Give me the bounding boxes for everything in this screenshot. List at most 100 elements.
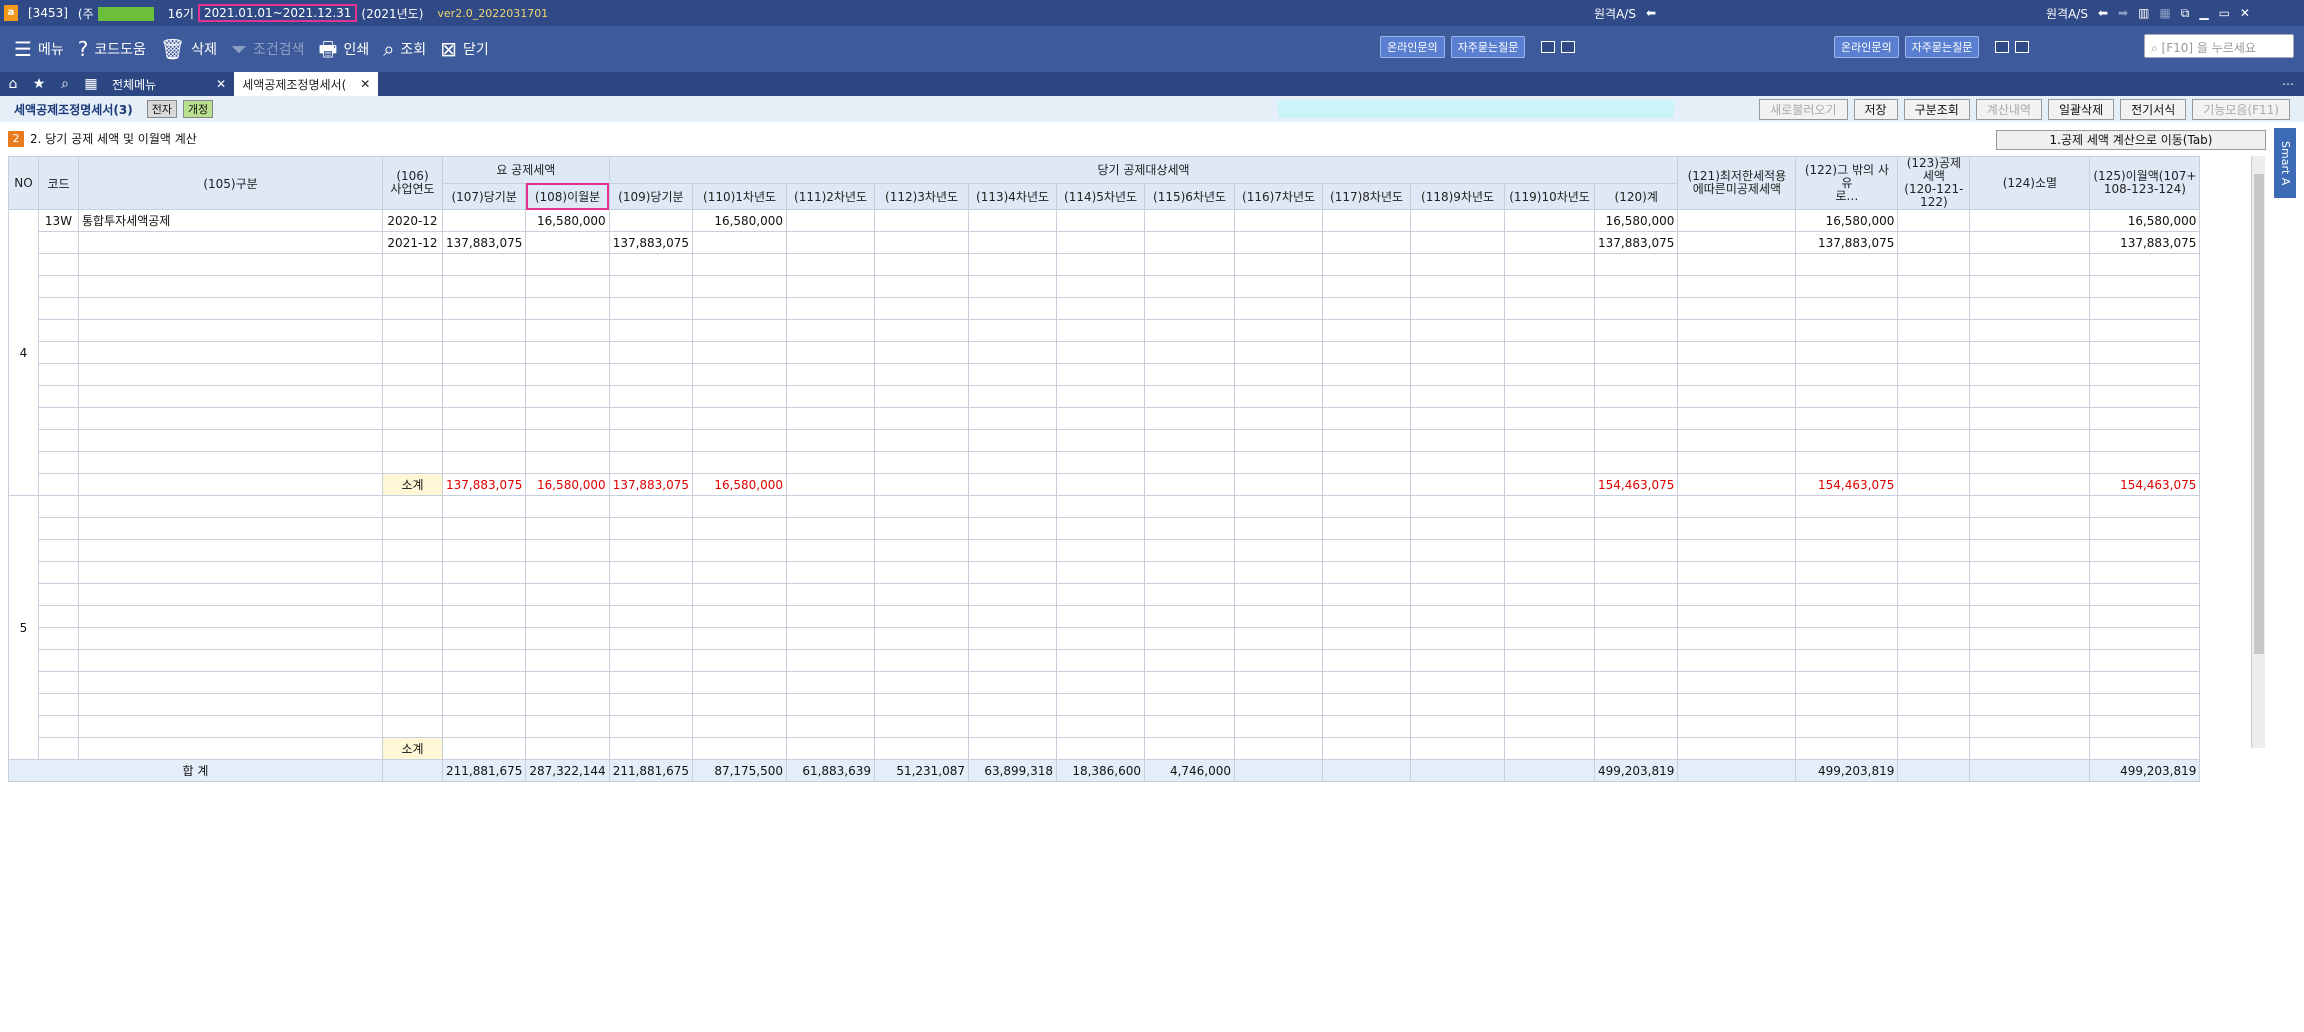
biz-year-cell[interactable] bbox=[382, 605, 443, 628]
move-to-credit-calc-button[interactable]: 1.공제 세액 계산으로 이동(Tab) bbox=[1996, 130, 2266, 150]
code-cell[interactable]: 13W bbox=[38, 209, 79, 232]
online-inquiry-button-2[interactable]: 온라인문의 bbox=[1834, 36, 1899, 58]
biz-year-cell[interactable] bbox=[382, 561, 443, 584]
table-row[interactable] bbox=[9, 517, 2201, 540]
amount-cell-107[interactable] bbox=[441, 539, 527, 562]
amount-cell-113[interactable] bbox=[968, 451, 1058, 474]
amount-cell-109[interactable] bbox=[608, 583, 694, 606]
grid-vertical-scrollbar[interactable] bbox=[2251, 156, 2265, 748]
amount-cell-117[interactable] bbox=[1322, 297, 1412, 320]
amount-cell-120[interactable] bbox=[1594, 627, 1679, 650]
amount-cell-116[interactable] bbox=[1234, 231, 1324, 254]
category-cell[interactable] bbox=[78, 385, 383, 408]
amount-cell-114[interactable] bbox=[1056, 385, 1146, 408]
amount-cell-122[interactable] bbox=[1795, 715, 1899, 738]
amount-cell-122[interactable] bbox=[1795, 385, 1899, 408]
amount-cell-112[interactable] bbox=[874, 297, 970, 320]
calendar-icon[interactable]: ▦ bbox=[78, 72, 104, 96]
amount-cell-118[interactable] bbox=[1410, 341, 1506, 364]
amount-cell-124[interactable] bbox=[1969, 715, 2091, 738]
amount-cell-112[interactable] bbox=[874, 385, 970, 408]
code-cell[interactable] bbox=[38, 539, 79, 562]
amount-cell-120[interactable] bbox=[1594, 319, 1679, 342]
table-row[interactable] bbox=[9, 561, 2201, 584]
amount-cell-110[interactable] bbox=[692, 671, 788, 694]
amount-cell-123[interactable] bbox=[1897, 539, 1971, 562]
amount-cell-115[interactable] bbox=[1144, 231, 1236, 254]
amount-cell-121[interactable] bbox=[1677, 539, 1797, 562]
amount-cell-122[interactable] bbox=[1795, 341, 1899, 364]
amount-cell-119[interactable] bbox=[1504, 649, 1596, 672]
amount-cell-119[interactable] bbox=[1504, 231, 1596, 254]
code-cell[interactable] bbox=[38, 297, 79, 320]
amount-cell-110[interactable] bbox=[692, 297, 788, 320]
amount-cell-123[interactable] bbox=[1897, 561, 1971, 584]
amount-cell-123[interactable] bbox=[1897, 715, 1971, 738]
amount-cell-124[interactable] bbox=[1969, 561, 2091, 584]
amount-cell-110[interactable] bbox=[692, 693, 788, 716]
amount-cell-112[interactable] bbox=[874, 539, 970, 562]
biz-year-cell[interactable] bbox=[382, 429, 443, 452]
amount-cell-111[interactable] bbox=[786, 539, 876, 562]
amount-cell-110[interactable] bbox=[692, 495, 788, 518]
calc-detail-button[interactable]: 계산내역 bbox=[1975, 99, 2042, 120]
amount-cell-116[interactable] bbox=[1234, 429, 1324, 452]
amount-cell-115[interactable] bbox=[1144, 209, 1236, 232]
biz-year-cell[interactable] bbox=[382, 495, 443, 518]
code-cell[interactable] bbox=[38, 385, 79, 408]
code-cell[interactable] bbox=[38, 451, 79, 474]
code-cell[interactable] bbox=[38, 363, 79, 386]
amount-cell-108[interactable] bbox=[525, 319, 610, 342]
amount-cell-108[interactable] bbox=[525, 429, 610, 452]
amount-cell-114[interactable] bbox=[1056, 693, 1146, 716]
amount-cell-115[interactable] bbox=[1144, 671, 1236, 694]
amount-cell-109[interactable] bbox=[608, 649, 694, 672]
amount-cell-108[interactable] bbox=[525, 715, 610, 738]
amount-cell-118[interactable] bbox=[1410, 319, 1506, 342]
faq-button[interactable]: 자주묻는질문 bbox=[1450, 36, 1526, 58]
amount-cell-117[interactable] bbox=[1322, 583, 1412, 606]
amount-cell-120[interactable] bbox=[1594, 649, 1679, 672]
amount-cell-123[interactable] bbox=[1897, 407, 1971, 430]
forward-arrow-icon[interactable]: ➡ bbox=[2118, 6, 2128, 20]
amount-cell-120[interactable] bbox=[1594, 451, 1679, 474]
amount-cell-111[interactable] bbox=[786, 605, 876, 628]
amount-cell-113[interactable] bbox=[968, 385, 1058, 408]
biz-year-cell[interactable] bbox=[382, 297, 443, 320]
table-row[interactable] bbox=[9, 693, 2201, 716]
amount-cell-116[interactable] bbox=[1234, 385, 1324, 408]
amount-cell-116[interactable] bbox=[1234, 319, 1324, 342]
print-button[interactable]: 🖶 인쇄 bbox=[319, 39, 370, 59]
amount-cell-124[interactable] bbox=[1969, 429, 2091, 452]
star-icon[interactable]: ★ bbox=[26, 72, 52, 96]
biz-year-cell[interactable] bbox=[382, 253, 443, 276]
category-cell[interactable] bbox=[78, 231, 383, 254]
amount-cell-117[interactable] bbox=[1322, 693, 1412, 716]
table-row[interactable] bbox=[9, 671, 2201, 694]
table-row[interactable] bbox=[9, 451, 2201, 474]
amount-cell-123[interactable] bbox=[1897, 275, 1971, 298]
amount-cell-122[interactable] bbox=[1795, 693, 1899, 716]
amount-cell-119[interactable] bbox=[1504, 495, 1596, 518]
amount-cell-119[interactable] bbox=[1504, 671, 1596, 694]
amount-cell-124[interactable] bbox=[1969, 649, 2091, 672]
amount-cell-125[interactable] bbox=[2089, 429, 2201, 452]
amount-cell-125[interactable] bbox=[2089, 561, 2201, 584]
amount-cell-118[interactable] bbox=[1410, 363, 1506, 386]
amount-cell-109[interactable] bbox=[608, 319, 694, 342]
amount-cell-117[interactable] bbox=[1322, 253, 1412, 276]
amount-cell-115[interactable] bbox=[1144, 451, 1236, 474]
table-row[interactable]: 5 bbox=[8, 495, 2201, 760]
category-cell[interactable] bbox=[78, 451, 383, 474]
amount-cell-107[interactable] bbox=[441, 407, 527, 430]
amount-cell-113[interactable] bbox=[968, 341, 1058, 364]
amount-cell-110[interactable] bbox=[692, 627, 788, 650]
amount-cell-122[interactable] bbox=[1795, 275, 1899, 298]
amount-cell-125[interactable] bbox=[2089, 407, 2201, 430]
query-button[interactable]: ⌕ 조회 bbox=[383, 39, 426, 59]
amount-cell-123[interactable] bbox=[1897, 363, 1971, 386]
amount-cell-111[interactable] bbox=[786, 627, 876, 650]
category-cell[interactable] bbox=[78, 363, 383, 386]
close-tab-icon[interactable]: ✕ bbox=[216, 77, 226, 91]
amount-cell-109[interactable] bbox=[608, 671, 694, 694]
